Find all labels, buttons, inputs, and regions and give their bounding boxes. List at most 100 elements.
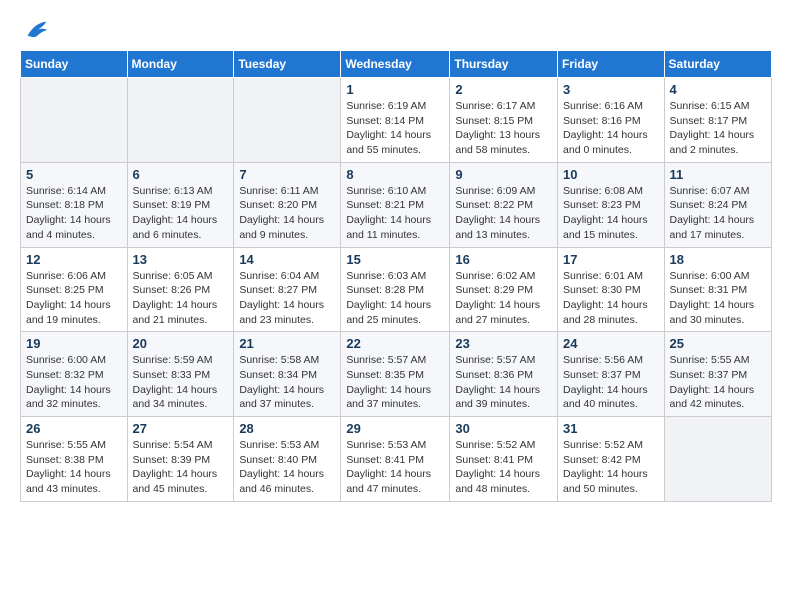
day-info: Sunrise: 5:54 AMSunset: 8:39 PMDaylight:… [133, 438, 229, 497]
calendar-cell: 12 Sunrise: 6:06 AMSunset: 8:25 PMDayligh… [21, 247, 128, 332]
calendar-cell: 30 Sunrise: 5:52 AMSunset: 8:41 PMDayligh… [450, 417, 558, 502]
calendar-cell: 18 Sunrise: 6:00 AMSunset: 8:31 PMDayligh… [664, 247, 771, 332]
calendar-cell [21, 78, 128, 163]
calendar-table: SundayMondayTuesdayWednesdayThursdayFrid… [20, 50, 772, 502]
week-row-4: 19 Sunrise: 6:00 AMSunset: 8:32 PMDayligh… [21, 332, 772, 417]
calendar-cell: 21 Sunrise: 5:58 AMSunset: 8:34 PMDayligh… [234, 332, 341, 417]
day-info: Sunrise: 6:06 AMSunset: 8:25 PMDaylight:… [26, 269, 122, 328]
day-number: 18 [670, 252, 766, 267]
day-number: 5 [26, 167, 122, 182]
weekday-header-sunday: Sunday [21, 51, 128, 78]
day-number: 21 [239, 336, 335, 351]
day-info: Sunrise: 5:58 AMSunset: 8:34 PMDaylight:… [239, 353, 335, 412]
day-number: 26 [26, 421, 122, 436]
week-row-1: 1 Sunrise: 6:19 AMSunset: 8:14 PMDaylight… [21, 78, 772, 163]
day-info: Sunrise: 5:52 AMSunset: 8:41 PMDaylight:… [455, 438, 552, 497]
calendar-cell: 6 Sunrise: 6:13 AMSunset: 8:19 PMDaylight… [127, 162, 234, 247]
day-info: Sunrise: 5:57 AMSunset: 8:36 PMDaylight:… [455, 353, 552, 412]
day-info: Sunrise: 6:16 AMSunset: 8:16 PMDaylight:… [563, 99, 659, 158]
day-info: Sunrise: 6:02 AMSunset: 8:29 PMDaylight:… [455, 269, 552, 328]
day-info: Sunrise: 6:00 AMSunset: 8:32 PMDaylight:… [26, 353, 122, 412]
calendar-cell: 27 Sunrise: 5:54 AMSunset: 8:39 PMDayligh… [127, 417, 234, 502]
day-info: Sunrise: 6:04 AMSunset: 8:27 PMDaylight:… [239, 269, 335, 328]
day-info: Sunrise: 6:19 AMSunset: 8:14 PMDaylight:… [346, 99, 444, 158]
calendar-cell: 4 Sunrise: 6:15 AMSunset: 8:17 PMDaylight… [664, 78, 771, 163]
day-number: 24 [563, 336, 659, 351]
day-number: 31 [563, 421, 659, 436]
day-number: 15 [346, 252, 444, 267]
day-number: 6 [133, 167, 229, 182]
day-info: Sunrise: 6:14 AMSunset: 8:18 PMDaylight:… [26, 184, 122, 243]
calendar-cell: 14 Sunrise: 6:04 AMSunset: 8:27 PMDayligh… [234, 247, 341, 332]
calendar-cell: 29Sunrise: 5:53 AMSunset: 8:41 PMDayligh… [341, 417, 450, 502]
day-number: 1 [346, 82, 444, 97]
calendar-cell: 26 Sunrise: 5:55 AMSunset: 8:38 PMDayligh… [21, 417, 128, 502]
day-info: Sunrise: 6:01 AMSunset: 8:30 PMDaylight:… [563, 269, 659, 328]
day-info: Sunrise: 6:11 AMSunset: 8:20 PMDaylight:… [239, 184, 335, 243]
weekday-header-friday: Friday [558, 51, 665, 78]
calendar-cell [234, 78, 341, 163]
week-row-2: 5 Sunrise: 6:14 AMSunset: 8:18 PMDaylight… [21, 162, 772, 247]
weekday-header-monday: Monday [127, 51, 234, 78]
calendar-cell: 24 Sunrise: 5:56 AMSunset: 8:37 PMDayligh… [558, 332, 665, 417]
logo-bird-icon [22, 16, 50, 44]
day-info: Sunrise: 6:00 AMSunset: 8:31 PMDaylight:… [670, 269, 766, 328]
day-number: 14 [239, 252, 335, 267]
calendar-cell: 22 Sunrise: 5:57 AMSunset: 8:35 PMDayligh… [341, 332, 450, 417]
day-number: 8 [346, 167, 444, 182]
calendar-cell: 17 Sunrise: 6:01 AMSunset: 8:30 PMDayligh… [558, 247, 665, 332]
day-number: 25 [670, 336, 766, 351]
calendar-cell: 13Sunrise: 6:05 AMSunset: 8:26 PMDayligh… [127, 247, 234, 332]
day-number: 3 [563, 82, 659, 97]
calendar-cell: 20 Sunrise: 5:59 AMSunset: 8:33 PMDayligh… [127, 332, 234, 417]
day-info: Sunrise: 6:08 AMSunset: 8:23 PMDaylight:… [563, 184, 659, 243]
calendar-cell: 10 Sunrise: 6:08 AMSunset: 8:23 PMDayligh… [558, 162, 665, 247]
calendar-cell: 1 Sunrise: 6:19 AMSunset: 8:14 PMDaylight… [341, 78, 450, 163]
day-info: Sunrise: 5:52 AMSunset: 8:42 PMDaylight:… [563, 438, 659, 497]
day-number: 2 [455, 82, 552, 97]
day-number: 20 [133, 336, 229, 351]
day-number: 4 [670, 82, 766, 97]
logo [20, 16, 50, 44]
day-info: Sunrise: 5:56 AMSunset: 8:37 PMDaylight:… [563, 353, 659, 412]
header-area [20, 16, 772, 44]
calendar-cell: 7 Sunrise: 6:11 AMSunset: 8:20 PMDaylight… [234, 162, 341, 247]
day-info: Sunrise: 6:05 AMSunset: 8:26 PMDaylight:… [133, 269, 229, 328]
day-info: Sunrise: 5:57 AMSunset: 8:35 PMDaylight:… [346, 353, 444, 412]
day-info: Sunrise: 5:55 AMSunset: 8:38 PMDaylight:… [26, 438, 122, 497]
day-info: Sunrise: 6:03 AMSunset: 8:28 PMDaylight:… [346, 269, 444, 328]
day-info: Sunrise: 6:13 AMSunset: 8:19 PMDaylight:… [133, 184, 229, 243]
calendar-cell: 31 Sunrise: 5:52 AMSunset: 8:42 PMDayligh… [558, 417, 665, 502]
day-info: Sunrise: 6:17 AMSunset: 8:15 PMDaylight:… [455, 99, 552, 158]
calendar-cell: 15 Sunrise: 6:03 AMSunset: 8:28 PMDayligh… [341, 247, 450, 332]
day-number: 30 [455, 421, 552, 436]
day-info: Sunrise: 6:07 AMSunset: 8:24 PMDaylight:… [670, 184, 766, 243]
calendar-cell: 28Sunrise: 5:53 AMSunset: 8:40 PMDayligh… [234, 417, 341, 502]
day-info: Sunrise: 5:55 AMSunset: 8:37 PMDaylight:… [670, 353, 766, 412]
weekday-header-thursday: Thursday [450, 51, 558, 78]
calendar-cell: 19 Sunrise: 6:00 AMSunset: 8:32 PMDayligh… [21, 332, 128, 417]
calendar-cell [127, 78, 234, 163]
calendar-cell: 25 Sunrise: 5:55 AMSunset: 8:37 PMDayligh… [664, 332, 771, 417]
weekday-header-wednesday: Wednesday [341, 51, 450, 78]
weekday-header-tuesday: Tuesday [234, 51, 341, 78]
day-info: Sunrise: 5:59 AMSunset: 8:33 PMDaylight:… [133, 353, 229, 412]
day-info: Sunrise: 6:10 AMSunset: 8:21 PMDaylight:… [346, 184, 444, 243]
weekday-header-row: SundayMondayTuesdayWednesdayThursdayFrid… [21, 51, 772, 78]
day-number: 22 [346, 336, 444, 351]
day-number: 7 [239, 167, 335, 182]
day-number: 9 [455, 167, 552, 182]
day-number: 10 [563, 167, 659, 182]
day-number: 12 [26, 252, 122, 267]
calendar-cell [664, 417, 771, 502]
day-number: 16 [455, 252, 552, 267]
day-info: Sunrise: 5:53 AMSunset: 8:41 PMDaylight:… [346, 438, 444, 497]
day-info: Sunrise: 6:15 AMSunset: 8:17 PMDaylight:… [670, 99, 766, 158]
day-number: 17 [563, 252, 659, 267]
calendar-cell: 23Sunrise: 5:57 AMSunset: 8:36 PMDayligh… [450, 332, 558, 417]
day-number: 11 [670, 167, 766, 182]
day-number: 27 [133, 421, 229, 436]
calendar-cell: 11 Sunrise: 6:07 AMSunset: 8:24 PMDayligh… [664, 162, 771, 247]
day-number: 19 [26, 336, 122, 351]
calendar-cell: 9Sunrise: 6:09 AMSunset: 8:22 PMDaylight… [450, 162, 558, 247]
